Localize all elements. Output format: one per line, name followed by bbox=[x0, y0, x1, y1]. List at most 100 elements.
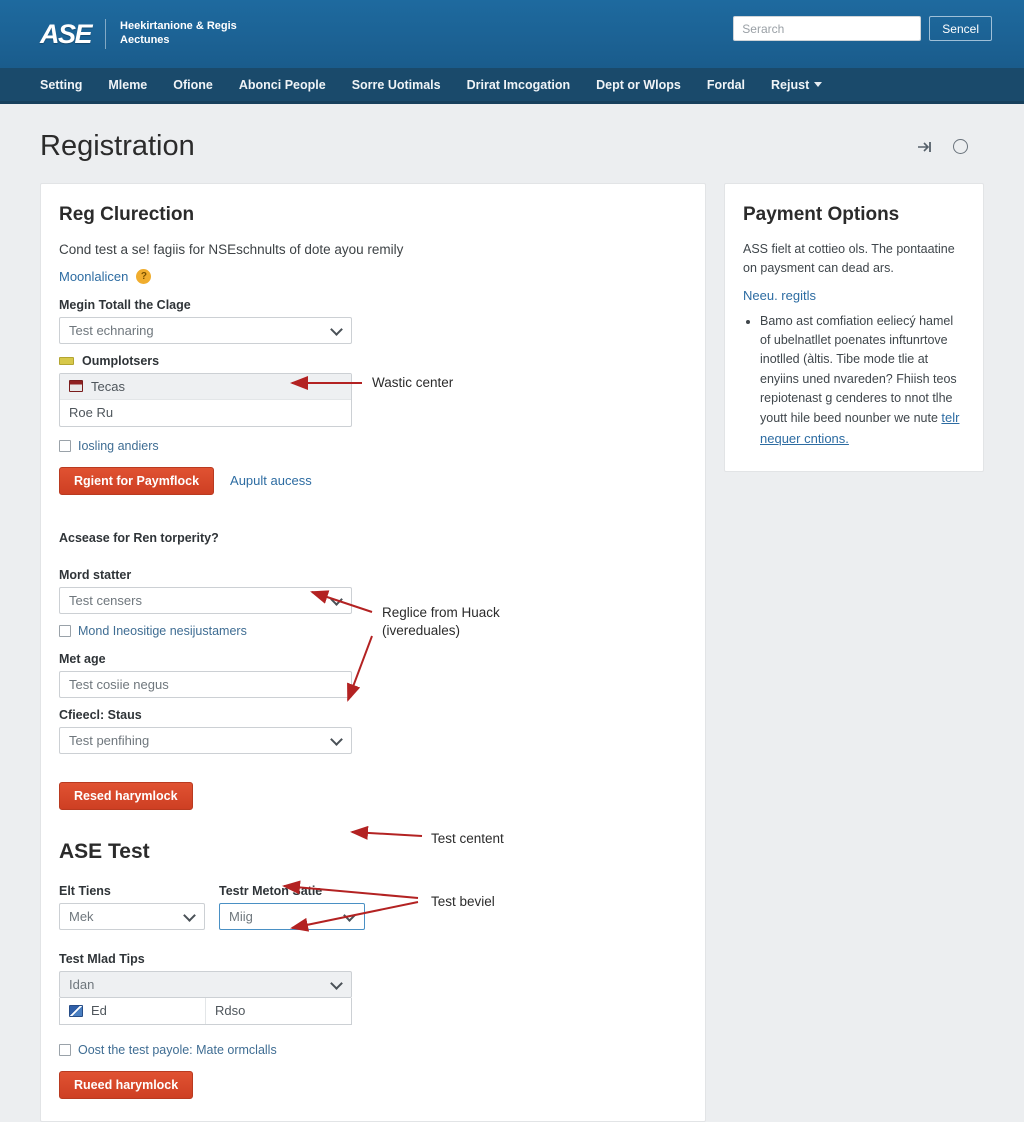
oost-the-test-checkbox-row[interactable]: Oost the test payole: Mate ormclalls bbox=[59, 1043, 687, 1057]
list-item-label: Tecas bbox=[91, 378, 125, 394]
mord-statter-value: Test censers bbox=[69, 592, 142, 608]
megin-totall-select[interactable]: Test echnaring bbox=[59, 316, 352, 344]
ase-test-top-fields: Elt Tiens Mek Testr Meton Satie Miig bbox=[59, 884, 687, 930]
megin-totall-label: Megin Totall the Clage bbox=[59, 297, 191, 312]
page-container: Registration Reg Clurection Cond test a … bbox=[0, 104, 1024, 1122]
cfieecl-staus-select[interactable]: Test penfihing bbox=[59, 726, 352, 754]
oumplotsers-listbox[interactable]: Tecas Roe Ru bbox=[59, 372, 352, 427]
list-item[interactable]: Roe Ru bbox=[60, 400, 351, 426]
nav-item-setting[interactable]: Setting bbox=[40, 78, 82, 92]
cfieecl-staus-label: Cfieecl: Staus bbox=[59, 707, 142, 722]
sidebar-paragraph: ASS fielt at cottieo ols. The pontaatine… bbox=[743, 242, 955, 275]
nav-item-ofione[interactable]: Ofione bbox=[173, 78, 213, 92]
testr-meton-satie-select[interactable]: Miig bbox=[219, 902, 365, 930]
sidebar-bullet-text: Bamo ast comfiation eeliecý hamel of ube… bbox=[760, 313, 957, 426]
sidebar-column: Payment Options ASS fielt at cottieo ols… bbox=[724, 183, 984, 473]
nav-label: Dept or Wlops bbox=[596, 77, 681, 92]
search-submit-button[interactable]: Sencel bbox=[929, 16, 992, 41]
mond-ineositige-checkbox[interactable] bbox=[59, 624, 71, 637]
nav-label: Abonci People bbox=[238, 77, 326, 92]
nav-item-dept-or-wlops[interactable]: Dept or Wlops bbox=[596, 78, 681, 92]
section1-actions: Rgient for Paymflock Aupult aucess bbox=[59, 466, 687, 495]
oost-the-test-label: Oost the test payole: Mate ormclalls bbox=[78, 1042, 277, 1057]
mond-ineositige-label: Mond Ineositige nesijustamers bbox=[78, 623, 247, 638]
met-age-input[interactable]: Test cosiie negus bbox=[59, 670, 352, 698]
top-header-bar: ASE Heekirtanione & Regis Aectunes Sence… bbox=[0, 0, 1024, 68]
testr-meton-satie-label: Testr Meton Satie bbox=[219, 883, 323, 898]
sidebar-neeu-regitls-link[interactable]: Neeu. regitls bbox=[743, 288, 816, 303]
header-search-group: Sencel bbox=[733, 16, 992, 41]
testr-meton-satie-field: Testr Meton Satie Miig bbox=[219, 884, 365, 930]
list-item[interactable]: Tecas bbox=[60, 373, 351, 400]
help-badge-icon[interactable]: ? bbox=[136, 268, 152, 284]
nav-item-rejust[interactable]: Rejust bbox=[771, 77, 823, 92]
ase-logo: ASE bbox=[40, 18, 93, 49]
table-cell-label: Rdso bbox=[215, 1003, 246, 1019]
nav-label: Sorre Uotimals bbox=[351, 77, 441, 92]
acsease-heading: Acsease for Ren torperity? bbox=[59, 530, 219, 545]
rgient-for-paymflock-button[interactable]: Rgient for Paymflock bbox=[59, 466, 215, 495]
elt-tiens-value: Mek bbox=[69, 908, 94, 924]
nav-item-fordal[interactable]: Fordal bbox=[707, 78, 745, 92]
chevron-down-icon bbox=[814, 82, 823, 87]
iosling-andiers-checkbox-row[interactable]: Iosling andiers bbox=[59, 439, 687, 453]
main-column: Reg Clurection Cond test a se! fagiis fo… bbox=[40, 183, 706, 1122]
test-mlad-tips-select[interactable]: Idan bbox=[59, 970, 352, 998]
elt-tiens-select[interactable]: Mek bbox=[59, 902, 205, 930]
nav-label: Rejust bbox=[771, 77, 810, 92]
nav-label: Ofione bbox=[173, 77, 213, 92]
chart-icon bbox=[69, 1004, 83, 1017]
payment-options-card: Payment Options ASS fielt at cottieo ols… bbox=[724, 183, 984, 473]
registration-card-body: Reg Clurection Cond test a se! fagiis fo… bbox=[41, 184, 705, 1121]
logo-divider bbox=[105, 19, 107, 49]
aupult-aucess-link[interactable]: Aupult aucess bbox=[230, 473, 312, 488]
rueed-harymlock-button[interactable]: Rueed harymlock bbox=[59, 1070, 194, 1099]
circle-icon[interactable] bbox=[953, 139, 968, 154]
payment-options-body: Payment Options ASS fielt at cottieo ols… bbox=[725, 184, 983, 471]
moonlalicen-link-row: Moonlalicen ? bbox=[59, 268, 687, 284]
skip-to-end-icon[interactable] bbox=[917, 140, 933, 154]
page-header-icons bbox=[917, 139, 984, 154]
nav-item-drirat-imcogation[interactable]: Drirat Imcogation bbox=[467, 78, 571, 92]
nav-label: Setting bbox=[40, 77, 83, 92]
oost-the-test-checkbox[interactable] bbox=[59, 1043, 71, 1056]
iosling-andiers-checkbox[interactable] bbox=[59, 439, 71, 452]
testr-meton-satie-value: Miig bbox=[229, 908, 253, 924]
section1-description: Cond test a se! fagiis for NSEschnults o… bbox=[59, 242, 404, 257]
oumplotsers-label-text: Oumplotsers bbox=[82, 353, 160, 368]
cfieecl-staus-value: Test penfihing bbox=[69, 732, 150, 748]
list-item: Bamo ast comfiation eeliecý hamel of ube… bbox=[760, 312, 965, 450]
mord-statter-select[interactable]: Test censers bbox=[59, 586, 352, 614]
list-item-label: Roe Ru bbox=[69, 405, 114, 421]
table-cell-label: Ed bbox=[91, 1003, 107, 1019]
table-row[interactable]: Ed Rdso bbox=[59, 997, 352, 1025]
section-heading-ase-test: ASE Test bbox=[59, 839, 150, 863]
brand-logo-group[interactable]: ASE Heekirtanione & Regis Aectunes bbox=[40, 19, 250, 50]
moonlalicen-link[interactable]: Moonlalicen bbox=[59, 269, 128, 284]
section-heading-reg-clurection: Reg Clurection bbox=[59, 204, 195, 225]
oumplotsers-label: Oumplotsers bbox=[59, 354, 687, 368]
card-icon bbox=[59, 356, 74, 365]
met-age-value: Test cosiie negus bbox=[69, 676, 169, 692]
registration-card: Reg Clurection Cond test a se! fagiis fo… bbox=[40, 183, 706, 1122]
nav-label: Mleme bbox=[108, 77, 148, 92]
page-header: Registration bbox=[40, 104, 984, 183]
iosling-andiers-label: Iosling andiers bbox=[78, 438, 159, 453]
resed-harymlock-button[interactable]: Resed harymlock bbox=[59, 781, 193, 810]
nav-item-mleme[interactable]: Mleme bbox=[108, 78, 147, 92]
mond-ineositige-checkbox-row[interactable]: Mond Ineositige nesijustamers bbox=[59, 624, 687, 638]
table-cell-first: Ed bbox=[60, 997, 206, 1024]
main-navigation-bar: Setting Mleme Ofione Abonci People Sorre… bbox=[0, 68, 1024, 104]
nav-item-sorre-uotimals[interactable]: Sorre Uotimals bbox=[352, 78, 441, 92]
search-input[interactable] bbox=[733, 16, 922, 41]
content-columns: Reg Clurection Cond test a se! fagiis fo… bbox=[40, 183, 984, 1122]
nav-item-abonci-people[interactable]: Abonci People bbox=[239, 78, 326, 92]
table-cell-second: Rdso bbox=[206, 998, 351, 1024]
brand-subtitle: Heekirtanione & Regis Aectunes bbox=[120, 20, 237, 46]
spreadsheet-icon bbox=[69, 380, 83, 393]
